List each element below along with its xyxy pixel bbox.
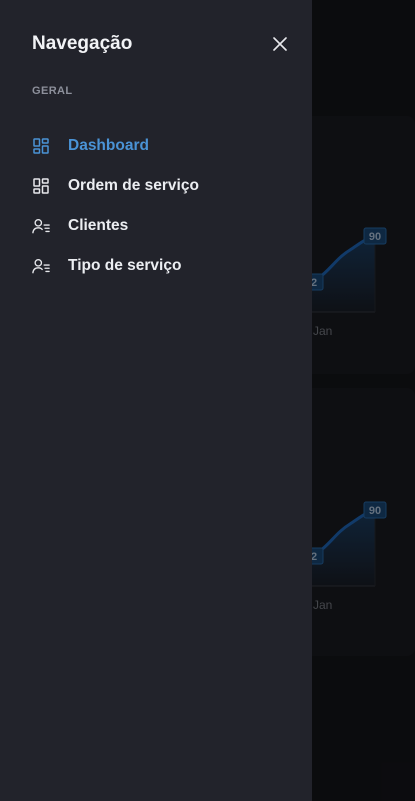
sidebar-item-label: Dashboard (68, 137, 149, 154)
nav-list: Dashboard Ordem de serviço Clientes Tipo… (32, 132, 292, 292)
dashboard-icon (32, 137, 50, 155)
users-list-icon (32, 217, 50, 235)
sidebar-item-ordem-de-servico[interactable]: Ordem de serviço (32, 172, 292, 200)
navigation-drawer: Navegação GERAL Dashboard Ordem de servi… (0, 0, 312, 801)
drawer-title: Navegação (32, 33, 133, 54)
close-button[interactable] (268, 32, 292, 56)
dashboard-icon (32, 177, 50, 195)
sidebar-item-label: Ordem de serviço (68, 177, 199, 194)
drawer-header: Navegação (32, 32, 292, 56)
sidebar-item-tipo-de-servico[interactable]: Tipo de serviço (32, 252, 292, 280)
sidebar-item-label: Clientes (68, 217, 129, 234)
sidebar-item-clientes[interactable]: Clientes (32, 212, 292, 240)
users-list-icon (32, 257, 50, 275)
close-icon (273, 37, 287, 51)
section-label: GERAL (32, 85, 73, 97)
sidebar-item-label: Tipo de serviço (68, 257, 182, 274)
sidebar-item-dashboard[interactable]: Dashboard (32, 132, 292, 160)
